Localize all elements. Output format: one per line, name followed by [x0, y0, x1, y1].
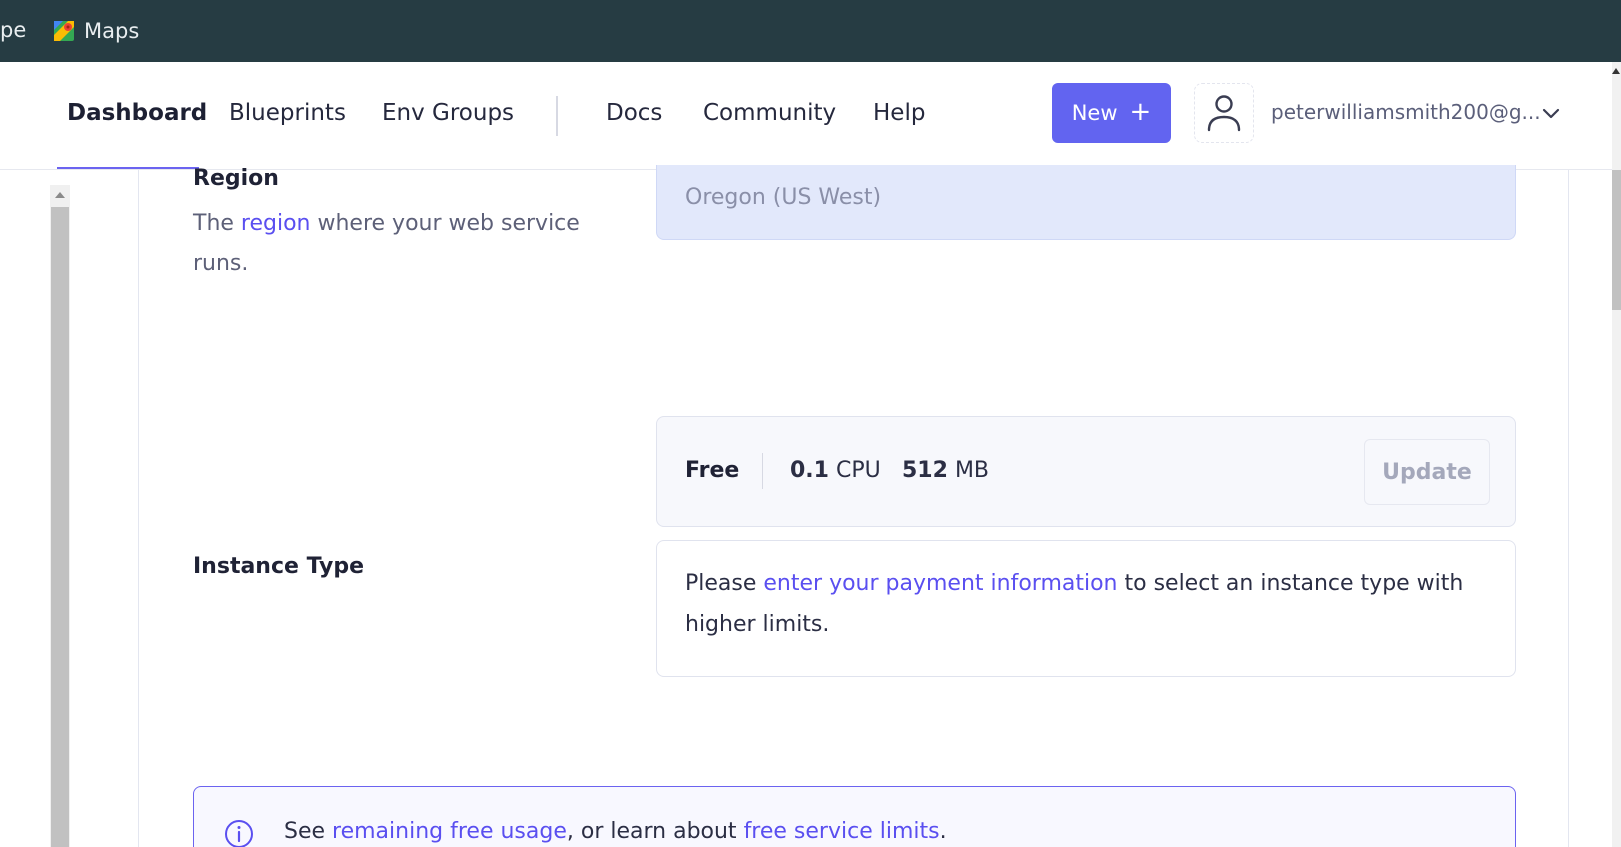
- user-email[interactable]: peterwilliamsmith200@g...: [1271, 100, 1541, 124]
- plus-icon: +: [1129, 97, 1152, 127]
- update-button[interactable]: Update: [1364, 439, 1490, 505]
- region-description: The region where your web service runs.: [193, 204, 613, 284]
- nav-community[interactable]: Community: [703, 100, 836, 126]
- user-icon: [1207, 95, 1241, 132]
- payment-prefix: Please: [685, 571, 764, 596]
- maps-icon: [54, 21, 74, 41]
- nav-docs[interactable]: Docs: [606, 100, 662, 126]
- active-nav-indicator: [57, 167, 199, 169]
- nav-divider: [556, 96, 558, 136]
- region-title: Region: [193, 166, 279, 191]
- region-select[interactable]: Oregon (US West): [656, 165, 1516, 240]
- payment-notice-text: Please enter your payment information to…: [685, 563, 1475, 645]
- page-scrollbar-thumb[interactable]: [1612, 170, 1621, 310]
- info-middle: , or learn about: [566, 819, 744, 844]
- plan-memory: 512 MB: [902, 458, 989, 483]
- content-border-left: [138, 170, 139, 847]
- plan-name: Free: [685, 458, 740, 483]
- bookmark-maps-label: Maps: [84, 19, 140, 43]
- plan-cpu: 0.1 CPU: [790, 458, 881, 483]
- info-text: See remaining free usage, or learn about…: [284, 819, 947, 844]
- bookmarks-bar: pe Maps: [0, 0, 1621, 62]
- app-header: Dashboard Blueprints Env Groups Docs Com…: [0, 62, 1612, 170]
- new-button[interactable]: New +: [1052, 83, 1171, 143]
- region-value: Oregon (US West): [685, 185, 882, 210]
- chevron-down-icon[interactable]: [1540, 102, 1562, 124]
- inner-scrollbar-thumb[interactable]: [51, 207, 69, 847]
- region-link[interactable]: region: [241, 211, 311, 236]
- scroll-up-icon[interactable]: [55, 192, 65, 198]
- nav-blueprints[interactable]: Blueprints: [229, 100, 346, 126]
- region-desc-prefix: The: [193, 211, 241, 236]
- remaining-free-usage-link[interactable]: remaining free usage: [332, 819, 567, 844]
- instance-type-label: Instance Type: [193, 554, 364, 579]
- bookmark-maps[interactable]: Maps: [54, 19, 139, 43]
- new-button-label: New: [1071, 101, 1118, 125]
- free-usage-info-banner: See remaining free usage, or learn about…: [193, 786, 1516, 847]
- page-scrollbar[interactable]: [1612, 62, 1621, 847]
- cpu-unit: CPU: [835, 458, 881, 483]
- current-plan-card: Free 0.1 CPU 512 MB Update: [656, 416, 1516, 527]
- payment-info-link[interactable]: enter your payment information: [763, 571, 1117, 596]
- plan-divider: [762, 453, 763, 489]
- payment-notice-card: Please enter your payment information to…: [656, 540, 1516, 677]
- nav-dashboard[interactable]: Dashboard: [67, 100, 207, 126]
- content-border-right: [1568, 170, 1569, 847]
- avatar[interactable]: [1194, 83, 1254, 143]
- memory-unit: MB: [954, 458, 990, 483]
- info-icon: [225, 820, 253, 847]
- free-service-limits-link[interactable]: free service limits: [744, 819, 940, 844]
- info-suffix: .: [939, 819, 947, 844]
- info-prefix: See: [284, 819, 333, 844]
- cpu-value: 0.1: [790, 458, 829, 483]
- nav-env-groups[interactable]: Env Groups: [382, 100, 514, 126]
- bookmark-partial[interactable]: pe: [0, 18, 26, 42]
- memory-value: 512: [902, 458, 948, 483]
- scroll-up-arrow-icon[interactable]: [1612, 68, 1620, 74]
- inner-scrollbar[interactable]: [50, 185, 70, 847]
- nav-help[interactable]: Help: [873, 100, 925, 126]
